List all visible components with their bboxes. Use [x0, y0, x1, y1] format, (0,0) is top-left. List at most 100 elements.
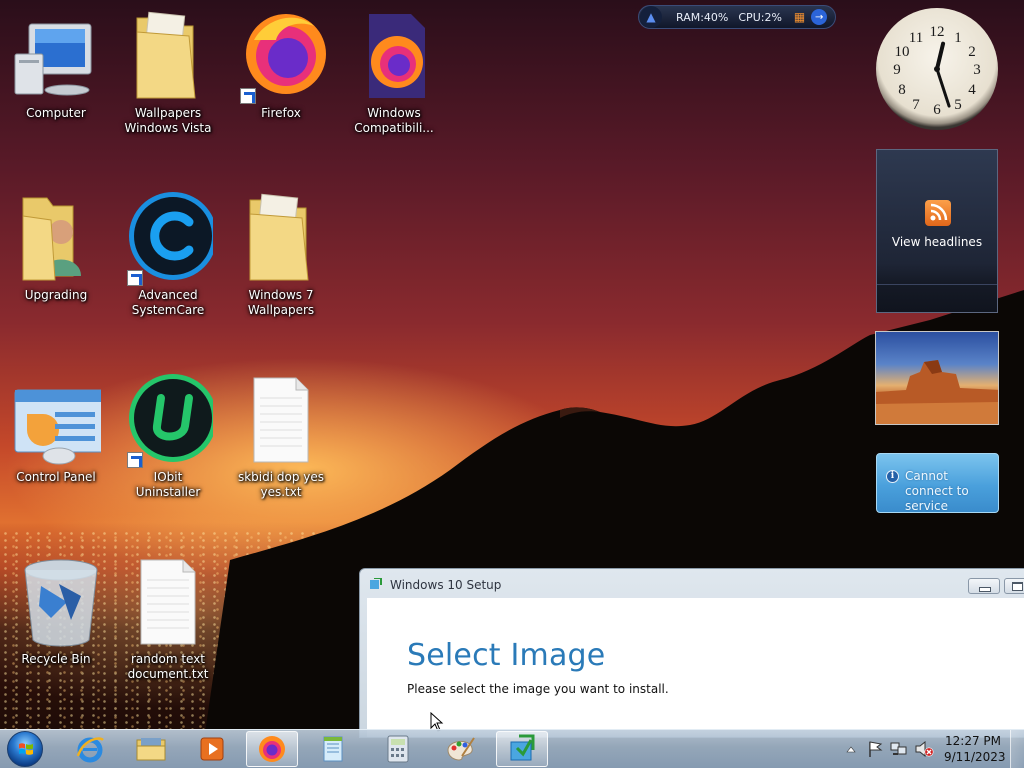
- taskbar-paint[interactable]: [434, 731, 486, 767]
- clock-numeral: 7: [912, 97, 920, 113]
- text-document-icon: [236, 374, 326, 468]
- rocket-icon[interactable]: ▲: [640, 6, 662, 28]
- taskbar-media-player[interactable]: [186, 731, 238, 767]
- window-content: Select Image Please select the image you…: [367, 598, 1024, 737]
- network-icon[interactable]: [890, 741, 908, 757]
- weather-gadget[interactable]: i Cannot connect to service: [876, 453, 999, 513]
- action-center-flag-icon[interactable]: [867, 740, 883, 758]
- taskbar-file-explorer[interactable]: [125, 731, 177, 767]
- control-panel-icon: [11, 374, 106, 468]
- desktop-icon-random-txt[interactable]: random text document.txt: [118, 556, 218, 682]
- maximize-button[interactable]: [1004, 578, 1024, 594]
- desktop-icon-advanced-systemcare[interactable]: Advanced SystemCare: [118, 192, 218, 318]
- windows-logo-icon: [19, 743, 33, 755]
- info-icon: i: [886, 470, 899, 483]
- clock-numeral: 6: [933, 102, 941, 118]
- desktop-icon-label: Upgrading: [24, 288, 88, 302]
- desktop-icon-label: Advanced SystemCare: [131, 288, 205, 317]
- taskbar-notepad[interactable]: [307, 731, 359, 767]
- cpu-usage: CPU:2%: [738, 10, 782, 24]
- desktop-icon-firefox[interactable]: Firefox: [231, 10, 331, 121]
- shortcut-arrow-icon: [127, 270, 143, 286]
- windows-setup-window[interactable]: Windows 10 Setup Select Image Please sel…: [359, 568, 1024, 738]
- window-title: Windows 10 Setup: [390, 578, 502, 592]
- paint-icon: [447, 737, 475, 761]
- desktop-icon-upgrading[interactable]: Upgrading: [6, 192, 106, 303]
- gift-icon[interactable]: ▦: [794, 10, 805, 24]
- desktop-icon-recycle-bin[interactable]: Recycle Bin: [6, 556, 106, 667]
- clock-numeral: 1: [954, 30, 962, 46]
- desktop-icon-label: Computer: [26, 106, 86, 120]
- clock-numeral: 2: [968, 44, 976, 60]
- desktop-icon-label: Wallpapers Windows Vista: [124, 106, 212, 135]
- desktop-icon-computer[interactable]: Computer: [6, 10, 106, 121]
- clock-gadget[interactable]: 12 1 2 3 4 5 6 7 8 9 10 11: [876, 8, 998, 130]
- rss-icon: [925, 200, 951, 226]
- recycle-bin-icon: [11, 556, 101, 650]
- desktop-icon-label: Control Panel: [16, 470, 96, 484]
- taskbar-windows-setup[interactable]: [496, 731, 548, 767]
- desktop-icon-windows-compatibility[interactable]: Windows Compatibili...: [344, 10, 444, 136]
- clock-numeral: 10: [895, 44, 910, 60]
- minimize-button[interactable]: [968, 578, 1000, 594]
- desktop-icon-skbidi-txt[interactable]: skbidi dop yes yes.txt: [231, 374, 331, 500]
- clock-numeral: 4: [968, 82, 976, 98]
- page-instructions: Please select the image you want to inst…: [407, 682, 669, 696]
- desktop-icon-windows7-wallpapers[interactable]: Windows 7 Wallpapers: [231, 192, 331, 318]
- page-title: Select Image: [407, 638, 606, 673]
- computer-icon: [11, 10, 101, 104]
- desktop-icon-label: Recycle Bin: [21, 652, 91, 666]
- clock-date: 9/11/2023: [944, 750, 1006, 764]
- resource-monitor-widget[interactable]: ▲ RAM:40% CPU:2% ▦ →: [638, 5, 836, 29]
- show-desktop-button[interactable]: [1010, 730, 1024, 769]
- start-button[interactable]: [7, 731, 43, 767]
- desktop-icon-control-panel[interactable]: Control Panel: [6, 374, 106, 485]
- weather-error-message: Cannot connect to service: [905, 469, 969, 513]
- desktop-icon-iobit-uninstaller[interactable]: IObit Uninstaller: [118, 374, 218, 500]
- clock-numeral: 3: [973, 62, 981, 78]
- clock-face-icon: 12 1 2 3 4 5 6 7 8 9 10 11: [893, 24, 981, 118]
- shortcut-arrow-icon: [240, 88, 256, 104]
- internet-explorer-icon: [76, 737, 104, 763]
- desktop-icon-label: Firefox: [261, 106, 301, 120]
- ram-usage: RAM:40%: [676, 10, 729, 24]
- desktop-icon-label: IObit Uninstaller: [135, 470, 201, 499]
- file-explorer-icon: [136, 738, 166, 761]
- clock-numeral: 12: [930, 24, 945, 40]
- clock-numeral: 11: [909, 30, 923, 46]
- taskbar-internet-explorer[interactable]: [64, 731, 116, 767]
- taskbar-calculator[interactable]: [372, 731, 424, 767]
- view-headlines-link[interactable]: View headlines: [877, 235, 997, 249]
- show-hidden-icons-arrow[interactable]: [846, 745, 856, 753]
- desktop-icon-label: Windows 7 Wallpapers: [247, 288, 315, 317]
- window-titlebar[interactable]: Windows 10 Setup: [360, 569, 1024, 599]
- gadget-divider: [877, 284, 997, 285]
- volume-muted-icon[interactable]: [914, 741, 934, 757]
- desktop-icon-wallpapers-vista[interactable]: Wallpapers Windows Vista: [118, 10, 218, 136]
- calculator-icon: [387, 735, 409, 763]
- firefox-icon: [259, 736, 285, 762]
- clock-numeral: 8: [898, 82, 906, 98]
- notepad-icon: [323, 736, 343, 762]
- iobit-uninstaller-icon: [123, 374, 217, 468]
- desktop-icon-label: Windows Compatibili...: [354, 106, 434, 135]
- system-clock[interactable]: 12:27 PM 9/11/2023: [944, 733, 1006, 765]
- clock-numeral: 5: [954, 97, 962, 113]
- clock-numeral: 9: [893, 62, 901, 78]
- setup-app-icon: [370, 578, 382, 589]
- feed-headlines-gadget[interactable]: View headlines: [876, 149, 998, 313]
- media-player-icon: [200, 737, 224, 761]
- desktop-icon-label: random text document.txt: [127, 652, 209, 681]
- folder-icon: [236, 192, 326, 286]
- shortcut-arrow-icon: [127, 452, 143, 468]
- arrow-right-icon[interactable]: →: [811, 9, 828, 25]
- clock-hour-hand: [935, 41, 946, 71]
- folder-icon: [123, 10, 213, 104]
- firefox-icon: [236, 10, 326, 104]
- taskbar-firefox[interactable]: [246, 731, 298, 767]
- slideshow-gadget[interactable]: [875, 331, 999, 425]
- clock-time: 12:27 PM: [945, 734, 1001, 748]
- user-folder-icon: [11, 192, 101, 286]
- desktop-icon-label: skbidi dop yes yes.txt: [237, 470, 325, 499]
- firefox-icon: [349, 10, 439, 104]
